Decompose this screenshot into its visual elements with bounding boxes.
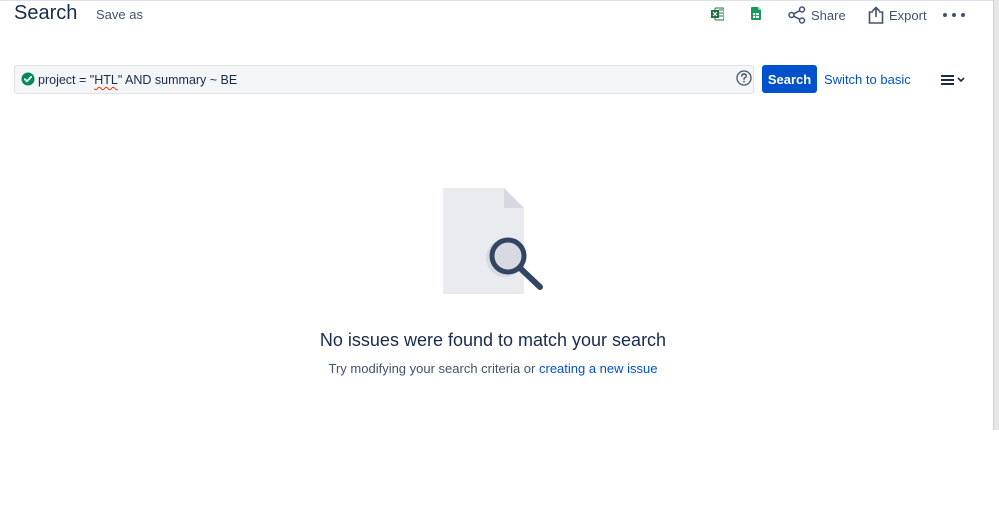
scrollbar[interactable]	[993, 0, 999, 430]
export-button[interactable]: Export	[868, 6, 927, 24]
share-button[interactable]: Share	[788, 6, 846, 24]
search-button[interactable]: Search	[762, 65, 817, 93]
jql-query-field[interactable]: project = "HTL" AND summary ~ BE	[14, 65, 754, 94]
share-label: Share	[811, 7, 846, 23]
more-dots-icon[interactable]	[943, 5, 965, 25]
empty-state-hint: Try modifying your search criteria or cr…	[0, 361, 986, 377]
query-project-key: HTL	[94, 73, 118, 87]
help-icon[interactable]	[736, 70, 752, 86]
jql-query-text[interactable]: project = "HTL" AND summary ~ BE	[38, 72, 237, 88]
google-sheets-icon[interactable]	[751, 7, 761, 25]
query-suffix: " AND summary ~ BE	[117, 73, 238, 87]
excel-icon[interactable]	[711, 7, 725, 26]
query-prefix: project = "	[38, 73, 95, 87]
save-as-button[interactable]: Save as	[96, 7, 143, 23]
create-issue-link[interactable]: creating a new issue	[539, 361, 658, 376]
share-icon	[788, 6, 806, 24]
document-magnifier-icon	[442, 188, 546, 294]
export-icon	[868, 6, 884, 24]
search-page: Search Save as Share Export project = "H…	[0, 0, 999, 520]
page-title: Search	[14, 2, 78, 24]
export-label: Export	[889, 7, 927, 23]
list-view-menu-icon[interactable]	[941, 72, 967, 88]
switch-to-basic-link[interactable]: Switch to basic	[824, 72, 911, 88]
empty-state-hint-text: Try modifying your search criteria or	[328, 361, 539, 376]
empty-state-title: No issues were found to match your searc…	[319, 330, 667, 350]
check-circle-icon	[21, 72, 35, 86]
top-divider	[0, 0, 999, 1]
